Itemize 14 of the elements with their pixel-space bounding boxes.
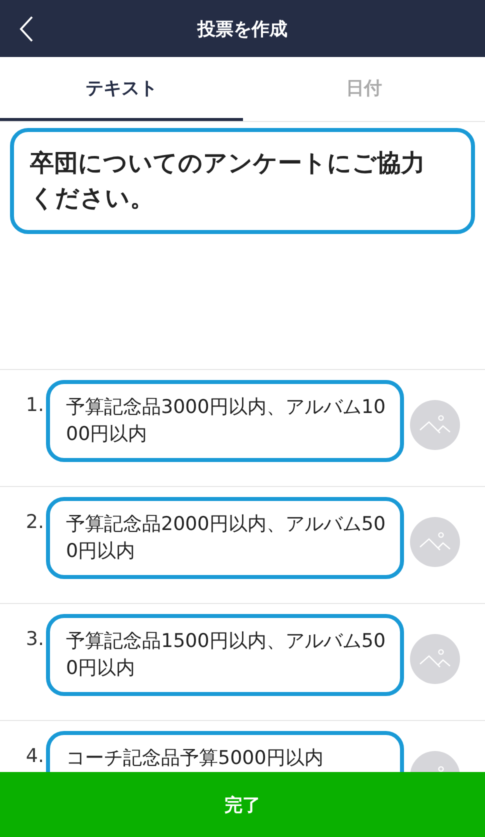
option-field[interactable]: 予算記念品1500円以内、アルバム500円以内 <box>46 614 404 696</box>
option-number: 3. <box>24 628 44 650</box>
image-add-icon[interactable] <box>410 517 460 567</box>
image-add-icon[interactable] <box>410 634 460 684</box>
option-field[interactable]: 予算記念品3000円以内、アルバム1000円以内 <box>46 380 404 462</box>
option-number: 1. <box>24 394 44 416</box>
screen-title: 投票を作成 <box>198 18 288 40</box>
option-field[interactable]: 予算記念品2000円以内、アルバム500円以内 <box>46 497 404 579</box>
option-number: 2. <box>24 511 44 533</box>
tab[interactable]: テキスト <box>0 57 242 121</box>
image-add-icon[interactable] <box>410 400 460 450</box>
back-icon[interactable] <box>18 15 34 43</box>
question-field[interactable]: 卒団についてのアンケートにご協力ください。 <box>10 128 475 234</box>
option-number: 4. <box>24 745 44 767</box>
